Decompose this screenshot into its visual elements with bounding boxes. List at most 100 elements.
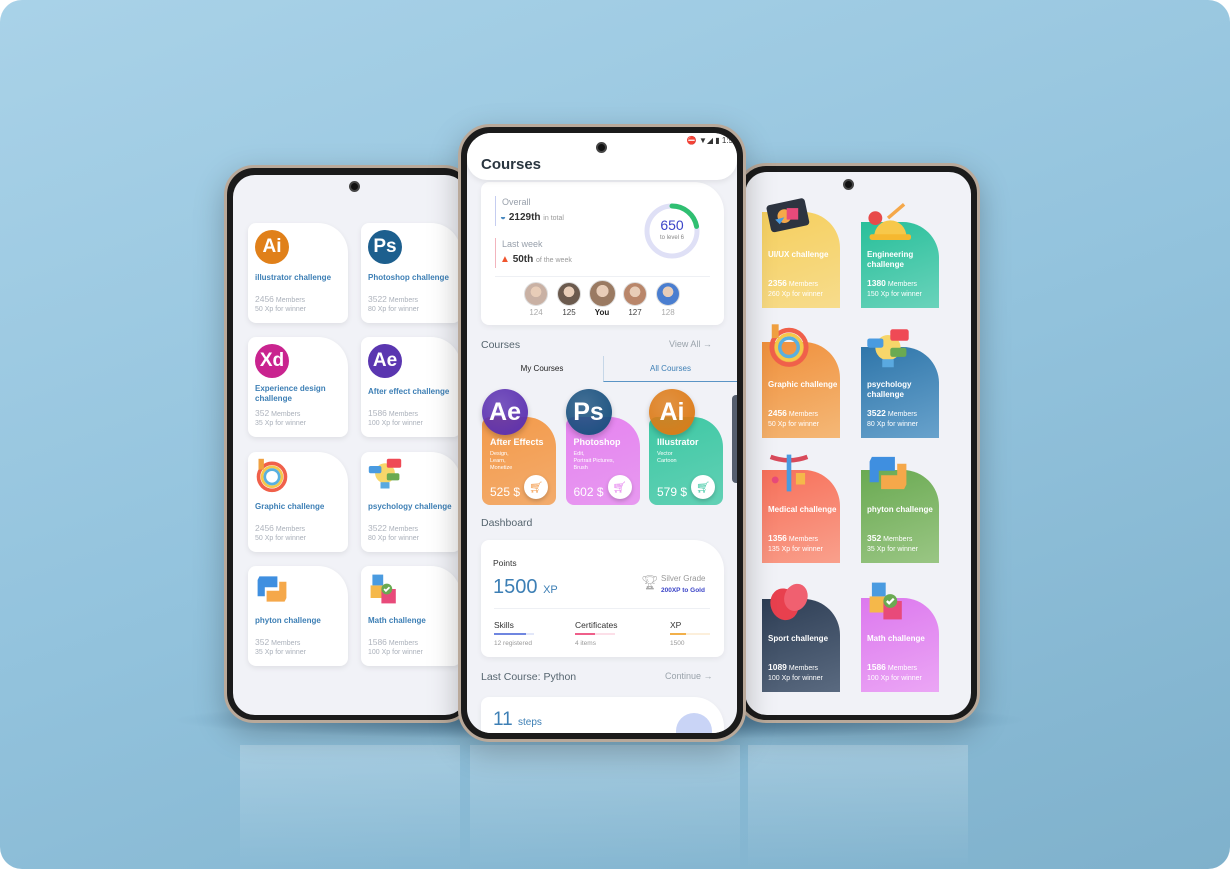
grade-label: Silver Grade — [661, 574, 706, 583]
course-name: Illustrator — [657, 437, 699, 447]
overall-rank-value: 2129th — [508, 212, 541, 223]
challenge-title: Sport challenge — [768, 634, 829, 643]
reflection — [240, 745, 460, 869]
xd-logo-icon: Xd — [255, 344, 289, 378]
overall-label: Overall — [502, 197, 531, 207]
members-label: Members — [887, 411, 918, 418]
tab-my-courses[interactable]: My Courses — [481, 356, 603, 382]
metric-sub: 4 items — [575, 640, 596, 647]
members-label: Members — [887, 281, 918, 288]
members-label: Members — [887, 665, 918, 672]
challenge-card[interactable]: Ae After effect challenge 1586 Members 100 … — [361, 337, 461, 437]
members-count: 352 — [255, 408, 270, 418]
challenge-title: phyton challenge — [255, 616, 321, 625]
dashboard-card: Points 1500 XP 🏆︎ Silver Grade 200XP to … — [481, 540, 724, 657]
metric-label: XP — [670, 620, 682, 630]
illustrator-logo-icon: Ai — [255, 230, 289, 264]
avatar[interactable] — [557, 282, 581, 306]
cart-icon[interactable]: 🛒︎ — [524, 475, 548, 499]
metric-progress — [670, 633, 686, 635]
challenge-title: Math challenge — [867, 634, 925, 643]
week-rank: ▲ 50th of the week — [500, 254, 572, 265]
members-label: Members — [271, 640, 301, 647]
tab-all-courses[interactable]: All Courses — [603, 356, 737, 382]
challenge-members: 2456 Members — [768, 408, 818, 420]
challenge-members: 2456 Members — [255, 524, 305, 534]
avatar-rank: You — [594, 308, 610, 317]
metric-progress — [494, 633, 526, 635]
divider — [494, 608, 710, 609]
members-count: 2456 — [255, 523, 274, 533]
challenge-title: Engineering challenge — [867, 250, 914, 269]
avatar[interactable] — [656, 282, 680, 306]
status-bar: ⛔ ▼◢ ▮ 1:5 — [686, 136, 733, 145]
metric-sub: 1500 — [670, 640, 685, 647]
caduceus-icon — [766, 450, 812, 496]
challenge-card[interactable]: Graphic challenge 2456 Members 50 Xp for w… — [248, 452, 348, 552]
challenge-title: phyton challenge — [867, 505, 933, 514]
python-icon — [254, 571, 290, 607]
challenge-title: Photoshop challenge — [368, 273, 449, 282]
members-label: Members — [388, 297, 419, 304]
rank-card: Overall ◒ 2129th in total Last week ▲ 50… — [481, 182, 724, 325]
left-phone-screen: Ai illustrator challenge 2456 Members 50 Xp… — [233, 175, 467, 715]
challenge-card[interactable]: Ps Photoshop challenge 3522 Members 80 Xp f… — [361, 223, 461, 323]
members-label: Members — [388, 640, 419, 647]
members-count: 352 — [867, 533, 882, 543]
drawing-tablet-icon — [766, 192, 812, 238]
challenge-members: 1586 Members — [867, 662, 917, 674]
reflection — [470, 745, 740, 869]
week-rank-value: 50th — [512, 254, 534, 265]
cart-icon[interactable]: 🛒︎ — [691, 475, 715, 499]
challenge-members: 3522 Members — [368, 524, 418, 534]
avatar[interactable] — [524, 282, 548, 306]
challenge-xp: 135 Xp for winner — [768, 546, 823, 553]
grade-next: 200XP to Gold — [661, 587, 705, 594]
next-course-card[interactable] — [732, 395, 737, 483]
challenge-title: psychology challenge — [368, 502, 452, 511]
challenge-card[interactable]: Math challenge 1586 Members 100 Xp for win… — [361, 566, 461, 666]
avatar-rank: 127 — [628, 308, 642, 317]
course-tags: Vector Cartoon — [657, 451, 677, 464]
continue-link[interactable]: Continue → — [665, 671, 713, 681]
challenge-members: 1089 Members — [768, 662, 818, 674]
course-tags: Edit, Portrait Pictures, Brush — [573, 451, 615, 471]
metric-sub: 12 registered — [494, 640, 532, 647]
members-label: Members — [388, 526, 419, 533]
challenge-title: Graphic challenge — [255, 502, 325, 511]
metric-progress — [575, 633, 595, 635]
members-count: 2456 — [255, 294, 274, 304]
divider — [495, 276, 710, 277]
challenge-card[interactable]: Xd Experience design challenge 352 Members… — [248, 337, 348, 437]
members-count: 3522 — [368, 294, 387, 304]
challenge-xp: 150 Xp for winner — [867, 291, 922, 298]
members-count: 2456 — [768, 408, 787, 418]
challenge-card[interactable]: psychology challenge 3522 Members 80 Xp fo… — [361, 452, 461, 552]
points-total: 1500 XP — [493, 576, 558, 599]
challenge-title: illustrator challenge — [255, 273, 332, 282]
avatar[interactable] — [589, 280, 616, 307]
puzzle-icon — [367, 571, 403, 607]
members-count: 1586 — [867, 662, 886, 672]
avatar[interactable] — [623, 282, 647, 306]
members-label: Members — [388, 411, 419, 418]
overall-suffix: in total — [543, 215, 564, 222]
divider — [495, 238, 496, 268]
challenge-title: Math challenge — [368, 616, 426, 625]
avatar-rank: 124 — [529, 308, 543, 317]
members-label: Members — [883, 536, 913, 543]
last-course-card[interactable]: 11 steps — [481, 697, 724, 733]
boxing-gloves-icon — [766, 579, 812, 625]
challenge-xp: 50 Xp for winner — [768, 421, 819, 428]
week-label: Last week — [502, 239, 543, 249]
view-all-link[interactable]: View All → — [669, 339, 712, 349]
members-label: Members — [275, 526, 306, 533]
challenge-card[interactable]: phyton challenge 352 Members 35 Xp for win… — [248, 566, 348, 666]
members-count: 1380 — [867, 278, 886, 288]
challenge-card[interactable]: Ai illustrator challenge 2456 Members 50 Xp… — [248, 223, 348, 323]
cart-icon[interactable]: 🛒︎ — [607, 475, 632, 499]
members-label: Members — [275, 297, 306, 304]
course-logo: Ae — [482, 389, 528, 435]
members-label: Members — [788, 665, 819, 672]
lightbulb-chat-icon — [367, 457, 403, 493]
